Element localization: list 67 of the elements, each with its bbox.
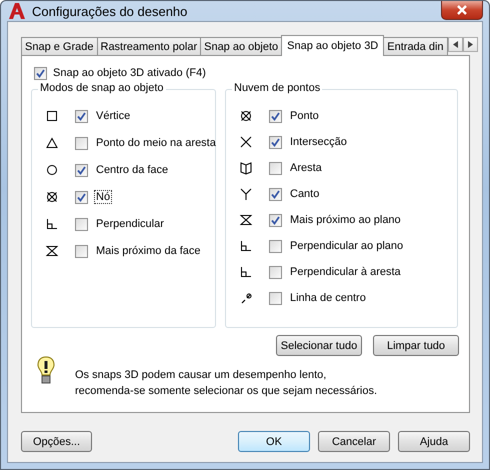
checkbox[interactable] (75, 190, 88, 204)
checkbox-label[interactable]: Canto (288, 187, 322, 201)
checkbox[interactable] (269, 162, 282, 174)
checkbox[interactable] (269, 136, 282, 148)
app-logo-icon (8, 2, 26, 20)
checkbox[interactable] (269, 292, 282, 304)
checkbox-label[interactable]: Aresta (288, 161, 324, 175)
crossed-circle-icon (45, 190, 59, 204)
select-all-button[interactable]: Selecionar tudo (276, 335, 362, 356)
checkbox-label[interactable]: Nó (94, 190, 112, 204)
checkbox-label[interactable]: Snap ao objeto 3D ativado (F4) (51, 66, 208, 80)
checkbox-label[interactable]: Vértice (94, 109, 132, 123)
hourglass-icon (45, 244, 59, 258)
tab[interactable]: Entrada din (383, 37, 448, 55)
checkbox[interactable] (34, 66, 47, 80)
caret-right-icon (468, 41, 473, 48)
triangle-icon (45, 136, 59, 150)
tab[interactable]: Snap ao objeto (200, 37, 282, 55)
checkbox-label[interactable]: Perpendicular (94, 217, 166, 231)
perpendicular-icon (45, 217, 59, 231)
checkbox-label[interactable]: Perpendicular à aresta (288, 265, 403, 279)
tab[interactable]: Snap e Grade (21, 37, 98, 55)
warning-text: Os snaps 3D podem causar um desempenho lento, recomenda-se somente selecionar os que sejam necessários. (75, 368, 378, 399)
close-button[interactable] (441, 1, 483, 20)
checkbox[interactable] (75, 110, 88, 122)
checkbox[interactable] (269, 110, 282, 122)
dialog-button[interactable]: OK (238, 431, 310, 452)
options-button[interactable]: Opções... (21, 431, 92, 452)
checkbox[interactable] (75, 244, 88, 258)
clear-all-button[interactable]: Limpar tudo (373, 335, 459, 356)
checkbox[interactable] (269, 214, 282, 226)
lightbulb-icon (37, 356, 55, 386)
dialog-button[interactable]: Ajuda (398, 431, 470, 452)
group-title: Modos de snap ao objeto (38, 82, 166, 94)
dialog-button[interactable]: Cancelar (318, 431, 390, 452)
checkbox-label[interactable]: Intersecção (288, 135, 349, 149)
hourglass-icon (239, 213, 253, 227)
checkbox[interactable] (269, 266, 282, 278)
edge-icon (239, 161, 253, 175)
close-icon (456, 5, 468, 15)
y-shape-icon (239, 187, 253, 201)
group-title: Nuvem de pontos (232, 82, 322, 94)
scroll-right-button[interactable] (462, 37, 478, 52)
checkbox-label[interactable]: Mais próximo ao plano (288, 213, 403, 227)
circle-icon (45, 163, 59, 177)
scroll-left-button[interactable] (448, 37, 463, 52)
checkbox-label[interactable]: Centro da face (94, 163, 170, 177)
checkbox-label[interactable]: Perpendicular ao plano (288, 239, 406, 253)
caret-left-icon (452, 41, 458, 48)
square-icon (45, 109, 59, 123)
cross-icon (239, 135, 253, 149)
checkbox[interactable] (75, 136, 88, 150)
centerline-icon (239, 291, 253, 305)
checkbox-label[interactable]: Ponto (288, 109, 321, 123)
checkbox[interactable] (75, 218, 88, 230)
tab[interactable]: Snap ao objeto 3D (281, 35, 384, 56)
checkbox-label[interactable]: Mais próximo da face (94, 244, 203, 258)
checkbox[interactable] (269, 188, 282, 200)
window-title: Configurações do desenho (32, 4, 188, 18)
checkbox-label[interactable]: Ponto do meio na aresta (94, 136, 218, 150)
crossed-circle-icon (239, 109, 253, 123)
perpendicular-icon (239, 239, 253, 253)
checkbox[interactable] (75, 164, 88, 176)
checkbox[interactable] (269, 240, 282, 252)
checkbox-label[interactable]: Linha de centro (288, 291, 368, 305)
tab[interactable]: Rastreamento polar (96, 37, 202, 55)
perpendicular-icon (239, 265, 253, 279)
